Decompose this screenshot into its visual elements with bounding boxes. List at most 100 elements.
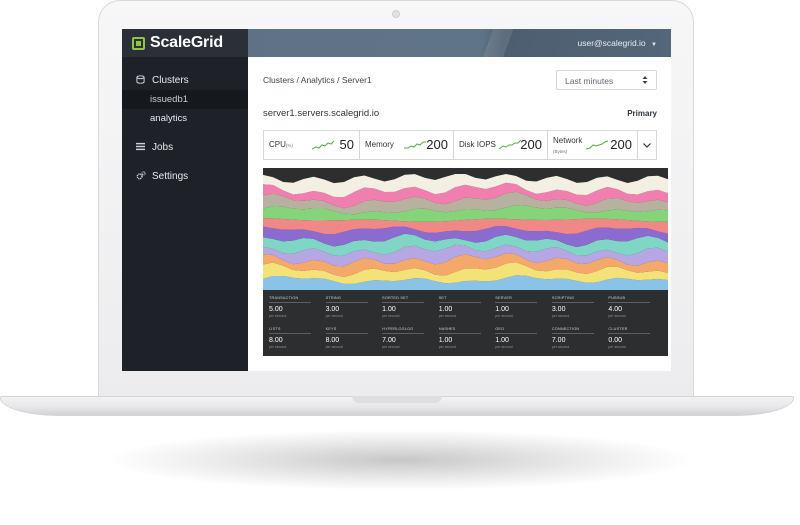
stat-label: PUBSUB <box>608 296 651 303</box>
sparkline-chart <box>499 139 521 150</box>
sidebar-item-label: issuedb1 <box>150 94 189 105</box>
stat-value: 1.00 <box>382 306 396 313</box>
stat-label: SERVER <box>495 296 538 303</box>
stat-label: HASHES <box>438 327 481 334</box>
top-bar: user@scalegrid.io ▼ <box>248 29 671 57</box>
stat-unit: per second <box>325 314 343 318</box>
metric-unit: (Bytes) <box>553 149 568 154</box>
stat-unit: per second <box>551 314 570 318</box>
sidebar-item-analytics[interactable]: analytics <box>122 109 248 128</box>
chevron-down-icon <box>643 140 651 150</box>
scalegrid-logo-icon <box>132 36 145 50</box>
stat-label: TRANSACTION <box>269 296 312 303</box>
stat-value: 7.00 <box>382 337 396 344</box>
brand-name: ScaleGrid <box>150 34 223 51</box>
stat-lists: LISTS 8.00 per second <box>269 327 326 349</box>
stat-pubsub: PUBSUB 4.00 per second <box>608 296 665 318</box>
sidebar-item-issuedb1[interactable]: issuedb1 <box>122 90 248 109</box>
laptop-shadow <box>110 430 690 490</box>
stat-label: SET <box>438 296 481 303</box>
stat-value: 0.00 <box>608 337 623 344</box>
metric-value: 200 <box>520 137 542 152</box>
stat-unit: per second <box>495 314 513 318</box>
stats-grid: TRANSACTION 5.00 per second STRING 3.00 per s… <box>269 296 665 349</box>
metric-label: CPU(%) <box>269 140 293 149</box>
caret-down-icon: ▼ <box>651 42 657 48</box>
stat-value: 8.00 <box>325 337 340 344</box>
stat-scripting: SCRIPTING 3.00 per second <box>551 296 609 318</box>
sidebar-item-label: Jobs <box>152 142 174 153</box>
list-icon <box>136 142 148 153</box>
stat-unit: per second <box>438 345 457 349</box>
server-role-badge: Primary <box>627 109 657 118</box>
stream-graph <box>263 174 668 290</box>
stat-unit: per second <box>382 314 400 318</box>
stat-set: SET 1.00 per second <box>438 296 496 318</box>
stat-value: 8.00 <box>269 337 283 344</box>
time-range-select[interactable]: Last minutes <box>556 70 657 90</box>
logo[interactable]: ScaleGrid <box>122 29 248 57</box>
analytics-chart-panel: TRANSACTION 5.00 per second STRING 3.00 per s… <box>263 168 668 356</box>
stat-unit: per second <box>325 345 343 349</box>
stat-label: HYPERLOGLOG <box>382 327 425 334</box>
stat-value: 1.00 <box>495 337 509 344</box>
stat-unit: per second <box>438 314 457 318</box>
metric-unit: (%) <box>285 143 293 148</box>
user-menu[interactable]: user@scalegrid.io ▼ <box>578 38 658 48</box>
metric-cpu[interactable]: CPU(%) 50 <box>264 131 360 159</box>
sidebar-item-label: Settings <box>152 171 189 182</box>
metric-label: Disk IOPS <box>459 140 496 149</box>
metric-label: Memory <box>365 140 394 149</box>
metric-memory[interactable]: Memory 200 <box>360 131 454 159</box>
stat-hashes: HASHES 1.00 per second <box>438 327 496 349</box>
app-screen: ScaleGrid Clusters issuedb1 analytics Jo… <box>122 29 671 371</box>
stat-geo: GEO 1.00 per second <box>495 327 552 349</box>
stat-value: 3.00 <box>551 306 566 313</box>
sidebar-item-settings[interactable]: Settings <box>122 167 248 186</box>
stat-value: 7.00 <box>551 337 566 344</box>
stat-hyperloglog: HYPERLOGLOG 7.00 per second <box>382 327 439 349</box>
stat-transaction: TRANSACTION 5.00 per second <box>269 296 326 318</box>
stat-label: SORTED SET <box>382 296 425 303</box>
metric-value: 50 <box>339 137 354 152</box>
stat-unit: per second <box>269 345 287 349</box>
sort-caret-icon <box>642 74 648 88</box>
stat-value: 5.00 <box>269 306 283 313</box>
metrics-bar: CPU(%) 50 Memory 200 Disk IOPS 200 Netwo… <box>263 130 657 160</box>
metric-label: Network <box>553 136 583 145</box>
stat-label: CLUSTER <box>608 327 651 334</box>
sidebar-item-jobs[interactable]: Jobs <box>122 138 248 157</box>
stat-unit: per second <box>551 345 570 349</box>
stat-label: CONNECTION <box>551 327 594 334</box>
laptop-notch <box>352 396 442 403</box>
stat-string: STRING 3.00 per second <box>325 296 383 318</box>
stat-connection: CONNECTION 7.00 per second <box>551 327 609 349</box>
stat-unit: per second <box>608 314 626 318</box>
metric-network[interactable]: Network (Bytes) 200 <box>548 131 638 159</box>
sidebar-item-label: Clusters <box>152 75 189 86</box>
user-email: user@scalegrid.io <box>577 38 646 48</box>
sidebar-item-clusters[interactable]: Clusters <box>122 71 248 90</box>
stat-value: 1.00 <box>495 306 509 313</box>
stat-unit: per second <box>269 314 287 318</box>
gears-icon <box>136 171 148 182</box>
stat-server: SERVER 1.00 per second <box>495 296 552 318</box>
sparkline-chart <box>586 140 608 150</box>
stat-unit: per second <box>495 345 513 349</box>
metric-disk-iops[interactable]: Disk IOPS 200 <box>454 131 548 159</box>
stat-value: 3.00 <box>325 306 340 313</box>
sparkline-chart <box>312 140 334 150</box>
expand-metrics-button[interactable] <box>638 131 656 159</box>
server-name: server1.servers.scalegrid.io <box>263 108 380 119</box>
stat-label: LISTS <box>269 327 312 334</box>
breadcrumb: Clusters / Analytics / Server1 <box>263 75 372 85</box>
sidebar-item-label: analytics <box>150 113 187 124</box>
metric-value: 200 <box>610 137 632 152</box>
main-content: Clusters / Analytics / Server1 Last minu… <box>248 57 671 371</box>
stat-label: STRING <box>325 296 368 303</box>
metric-value: 200 <box>426 137 448 152</box>
stat-value: 4.00 <box>608 306 623 313</box>
sidebar: ScaleGrid Clusters issuedb1 analytics Jo… <box>122 29 248 371</box>
stat-label: SCRIPTING <box>551 296 594 303</box>
stat-unit: per second <box>608 345 626 349</box>
